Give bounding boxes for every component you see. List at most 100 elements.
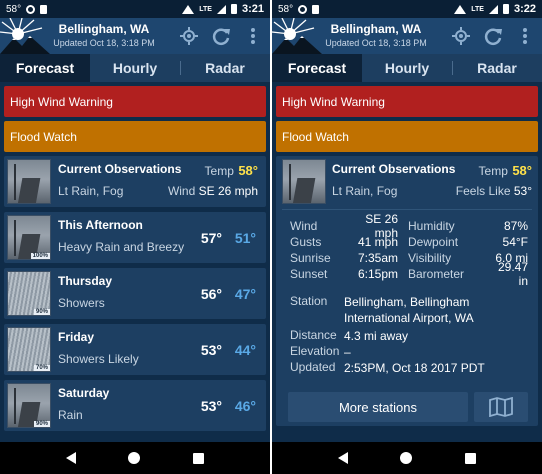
precip-chance: 90% <box>33 309 50 315</box>
location-title[interactable]: Bellingham, WA <box>320 22 432 36</box>
alert-high-wind-warning[interactable]: High Wind Warning <box>4 86 266 117</box>
wifi-icon <box>454 4 467 14</box>
overflow-menu-icon[interactable] <box>242 25 264 47</box>
wind-value: SE 26 mph <box>198 184 258 198</box>
status-bar: 58° LTE 3:22 <box>272 0 542 18</box>
alert-flood-watch[interactable]: Flood Watch <box>276 121 538 152</box>
system-nav-bar <box>0 442 270 474</box>
alert-high-wind-warning[interactable]: High Wind Warning <box>276 86 538 117</box>
detail-value: 29.47 in <box>497 260 528 288</box>
precip-chance: 70% <box>33 365 50 371</box>
app-logo-icon <box>272 18 322 54</box>
detail-label: Gusts <box>290 235 322 249</box>
back-icon[interactable] <box>66 452 77 464</box>
tab-bar: Forecast Hourly Radar <box>0 54 270 82</box>
detail-value: 41 mph <box>357 235 398 249</box>
forecast-high: 56° <box>200 286 222 302</box>
status-temp: 58° <box>6 3 22 15</box>
temp-value: 58° <box>238 163 258 178</box>
signal-icon <box>216 4 226 14</box>
detail-label: Wind <box>290 219 318 233</box>
app-logo-icon <box>0 18 50 54</box>
system-nav-bar <box>272 442 542 474</box>
station-label: Station <box>290 294 328 308</box>
temp-value: 58° <box>512 163 532 178</box>
current-condition: Lt Rain, Fog <box>332 184 398 198</box>
temp-label: Temp <box>204 164 234 178</box>
webcam-thumbnail <box>7 159 51 204</box>
recents-icon[interactable] <box>192 452 204 464</box>
signal-icon <box>488 4 498 14</box>
location-title[interactable]: Bellingham, WA <box>48 22 160 36</box>
current-condition: Lt Rain, Fog <box>58 184 124 198</box>
current-observations-card[interactable]: Current Observations Lt Rain, Fog Temp 5… <box>4 156 266 207</box>
tab-forecast[interactable]: Forecast <box>0 54 90 82</box>
app-header: Bellingham, WA Updated Oct 18, 3:18 PM <box>0 18 270 54</box>
forecast-card[interactable]: 70% Friday Showers Likely 53° 44° <box>4 324 266 375</box>
tab-forecast[interactable]: Forecast <box>272 54 362 82</box>
detail-value: 87% <box>503 219 528 233</box>
detail-label: Barometer <box>408 267 465 281</box>
refresh-icon[interactable] <box>210 25 232 47</box>
forecast-summary: Rain <box>58 408 83 422</box>
home-icon[interactable] <box>400 452 413 464</box>
status-temp: 58° <box>278 3 294 15</box>
detail-label: Sunrise <box>290 251 331 265</box>
forecast-thumbnail: 90% <box>7 383 51 428</box>
precip-chance: 90% <box>33 421 50 427</box>
sd-card-icon <box>312 4 320 14</box>
detail-value: 6:15pm <box>357 267 398 281</box>
station-value: Bellingham, Bellingham International Air… <box>344 295 474 325</box>
recents-icon[interactable] <box>464 452 476 464</box>
forecast-card[interactable]: 90% Saturday Rain 53° 46° <box>4 380 266 431</box>
updated-time: Updated Oct 18, 3:18 PM <box>325 38 427 48</box>
forecast-summary: Showers Likely <box>58 352 139 366</box>
tab-radar[interactable]: Radar <box>180 54 270 82</box>
distance-label: Distance <box>290 328 337 342</box>
status-time: 3:21 <box>241 3 264 15</box>
detail-label: Dewpoint <box>408 235 459 249</box>
forecast-high: 57° <box>200 230 222 246</box>
updated-label: Updated <box>290 360 336 374</box>
tab-radar[interactable]: Radar <box>452 54 542 82</box>
status-bar: 58° LTE 3:21 <box>0 0 270 18</box>
locate-icon[interactable] <box>178 25 200 47</box>
map-icon <box>489 397 513 417</box>
detail-label: Visibility <box>408 251 452 265</box>
forecast-summary: Heavy Rain and Breezy <box>58 240 185 254</box>
precip-chance: 100% <box>30 253 50 259</box>
forecast-period: Saturday <box>58 386 110 400</box>
temp-label: Temp <box>478 164 508 178</box>
locate-icon[interactable] <box>450 25 472 47</box>
tab-bar: Forecast Hourly Radar <box>272 54 542 82</box>
home-icon[interactable] <box>128 452 141 464</box>
detail-label: Humidity <box>408 219 455 233</box>
back-icon[interactable] <box>338 452 349 464</box>
overflow-menu-icon[interactable] <box>514 25 536 47</box>
refresh-icon[interactable] <box>482 25 504 47</box>
forecast-thumbnail: 100% <box>7 215 51 260</box>
forecast-high: 53° <box>200 398 222 414</box>
more-stations-button[interactable]: More stations <box>288 392 468 422</box>
network-type: LTE <box>471 5 484 13</box>
forecast-high: 53° <box>200 342 222 358</box>
updated-value: 2:53PM, Oct 18 2017 PDT <box>344 361 485 375</box>
app-header: Bellingham, WA Updated Oct 18, 3:18 PM <box>272 18 542 54</box>
detail-row: Sunset 6:15pm Barometer 29.47 in <box>290 260 532 288</box>
current-observations-detail: Current Observations Lt Rain, Fog Temp 5… <box>276 156 538 426</box>
alert-flood-watch[interactable]: Flood Watch <box>4 121 266 152</box>
phone-observations-screen: 58° LTE 3:22 Bellingham, WA Updated Oct … <box>272 0 542 474</box>
forecast-thumbnail: 70% <box>7 327 51 372</box>
elevation-label: Elevation <box>290 344 340 358</box>
forecast-summary: Showers <box>58 296 105 310</box>
forecast-card[interactable]: 90% Thursday Showers 56° 47° <box>4 268 266 319</box>
map-button[interactable] <box>474 392 528 422</box>
phone-forecast-screen: 58° LTE 3:21 Bellingham, WA Updated Oct … <box>0 0 270 474</box>
forecast-card[interactable]: 100% This Afternoon Heavy Rain and Breez… <box>4 212 266 263</box>
battery-icon <box>502 4 509 14</box>
tab-hourly[interactable]: Hourly <box>90 54 180 82</box>
webcam-thumbnail <box>282 159 326 204</box>
tab-hourly[interactable]: Hourly <box>362 54 452 82</box>
detail-value: 54°F <box>502 235 528 249</box>
status-time: 3:22 <box>513 3 536 15</box>
